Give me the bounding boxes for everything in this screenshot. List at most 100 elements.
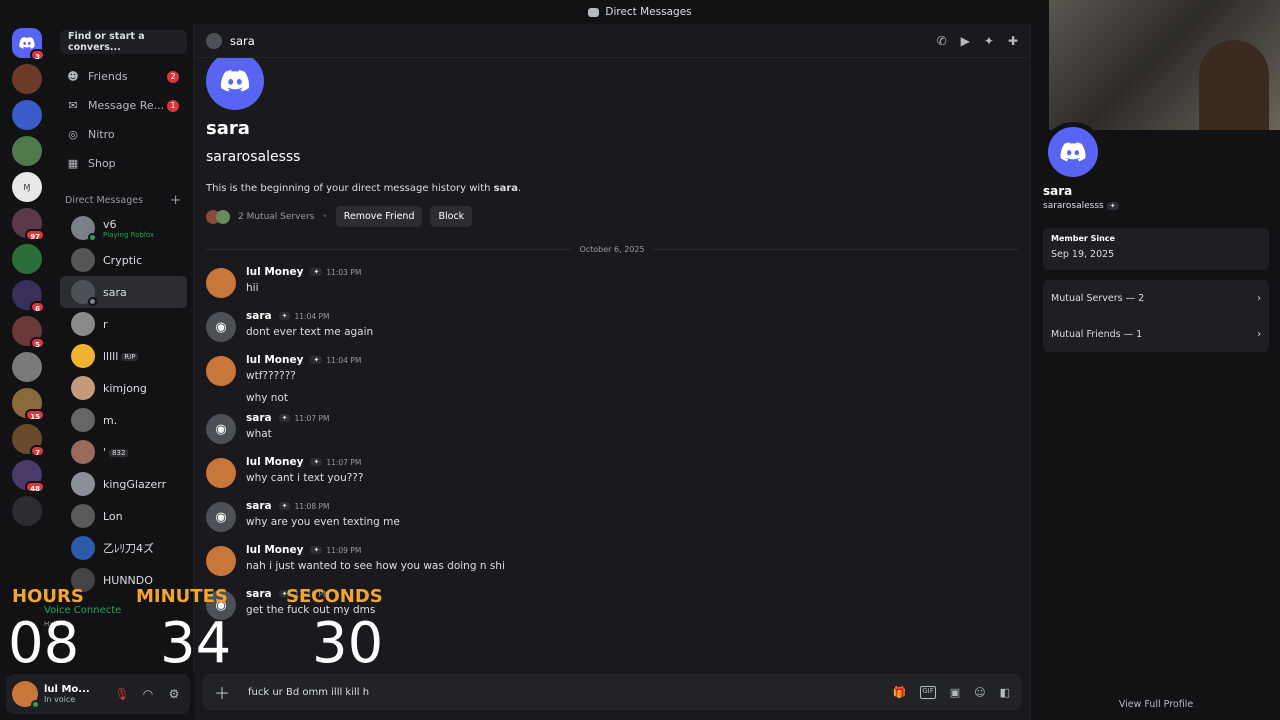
dm-item[interactable]: r — [60, 308, 187, 340]
message[interactable]: ◉ sara ✦ 11:10 PM get the fuck out my dms — [194, 584, 1030, 628]
message-author[interactable]: lul Money — [246, 266, 303, 278]
attach-plus-icon[interactable]: ＋ — [214, 680, 230, 704]
message[interactable]: ◉ sara ✦ 11:04 PM dont ever text me again — [194, 306, 1030, 350]
dm-item[interactable]: HUNNDO — [60, 564, 187, 596]
view-full-profile-link[interactable]: View Full Profile — [1031, 699, 1280, 710]
server-icon[interactable]: Ɱ — [12, 172, 42, 202]
message-author[interactable]: sara — [246, 310, 272, 322]
gift-icon[interactable]: 🎁 — [893, 686, 907, 699]
author-tag: ✦ — [310, 458, 323, 466]
message[interactable]: lul Money ✦ 11:09 PM nah i just wanted to s… — [194, 540, 1030, 584]
server-icon[interactable] — [12, 136, 42, 166]
user-avatar[interactable] — [12, 681, 40, 709]
dm-name-text: ' — [103, 445, 107, 459]
profile-tag: ✦ — [1106, 201, 1119, 210]
emoji-icon[interactable]: ☺ — [974, 686, 985, 699]
user-panel: lul Mo... In voice 🎙 ◠ ⚙ — [6, 674, 190, 714]
server-icon[interactable] — [12, 244, 42, 274]
sticker-icon[interactable]: ▣ — [950, 686, 960, 699]
apps-icon[interactable]: ◧ — [1000, 686, 1010, 699]
voice-connected-panel: Voice Connecte Hxllow — [14, 600, 190, 670]
mutual-servers-link[interactable]: 2 Mutual Servers — [238, 212, 314, 222]
friends-icon: ☻ — [67, 70, 79, 83]
message-author[interactable]: sara — [246, 500, 272, 512]
dm-item[interactable]: Lon — [60, 500, 187, 532]
headphones-icon[interactable]: ◠ — [138, 684, 158, 704]
dm-item[interactable]: m. — [60, 404, 187, 436]
dm-item[interactable]: ' 832 — [60, 436, 187, 468]
server-icon[interactable] — [12, 100, 42, 130]
mute-mic-icon[interactable]: 🎙 — [112, 684, 132, 704]
profile-avatar[interactable] — [1043, 122, 1103, 182]
message-composer[interactable]: ＋ fuck ur Bd omm illl kill h 🎁 GIF ▣ ☺ ◧ — [202, 674, 1022, 710]
message-avatar[interactable]: ◉ — [206, 414, 236, 444]
dm-item[interactable]: v6 Playing Roblox — [60, 212, 187, 244]
message-header: sara ✦ 11:08 PM — [246, 500, 400, 512]
server-icon[interactable] — [12, 352, 42, 382]
message-avatar[interactable]: ◉ — [206, 502, 236, 532]
message[interactable]: lul Money ✦ 11:04 PM wtf?????? why not — [194, 350, 1030, 408]
dm-item-selected[interactable]: sara — [60, 276, 187, 308]
header-avatar — [206, 32, 222, 49]
message-author[interactable]: lul Money — [246, 354, 303, 366]
server-icon[interactable]: 97 — [12, 208, 45, 241]
chat-header-name[interactable]: sara — [230, 34, 255, 48]
server-icon[interactable]: 5 — [12, 316, 45, 349]
call-icon[interactable]: ✆ — [937, 34, 947, 48]
message-author[interactable]: sara — [246, 588, 272, 600]
window-title: Direct Messages — [605, 6, 692, 18]
gif-icon[interactable]: GIF — [920, 685, 936, 699]
message-author[interactable]: lul Money — [246, 544, 303, 556]
message[interactable]: ◉ sara ✦ 11:08 PM why are you even texting m… — [194, 496, 1030, 540]
mutual-friends-row[interactable]: Mutual Friends — 1 › — [1043, 316, 1269, 352]
message-avatar[interactable] — [206, 458, 236, 488]
pin-icon[interactable]: ✦ — [984, 34, 994, 48]
mutual-servers-row[interactable]: Mutual Servers — 2 › — [1043, 280, 1269, 316]
server-icon[interactable]: 6 — [12, 280, 45, 313]
status-dot — [88, 297, 97, 306]
message-avatar[interactable] — [206, 546, 236, 576]
remove-friend-button[interactable]: Remove Friend — [335, 206, 423, 227]
nav-nitro[interactable]: ◎ Nitro — [54, 120, 193, 149]
message-input[interactable]: fuck ur Bd omm illl kill h — [248, 687, 874, 698]
add-friends-icon[interactable]: ✚ — [1008, 34, 1018, 48]
dm-item[interactable]: kingGlazerr — [60, 468, 187, 500]
message-text: hii — [246, 282, 259, 294]
message-author[interactable]: sara — [246, 412, 272, 424]
message-header: sara ✦ 11:04 PM — [246, 310, 373, 322]
dm-item[interactable]: lllll RIP — [60, 340, 187, 372]
dm-intro: sara sararosalesss This is the beginning… — [194, 58, 1030, 227]
dm-name: Cryptic — [103, 253, 143, 267]
dm-item[interactable]: 乙ﾚﾘ刀4ズ — [60, 532, 187, 564]
nav-friends[interactable]: ☻ Friends 2 — [54, 62, 193, 91]
message-avatar[interactable]: ◉ — [206, 312, 236, 342]
gear-icon[interactable]: ⚙ — [164, 684, 184, 704]
message-avatar[interactable] — [206, 268, 236, 298]
find-conversation-button[interactable]: Find or start a convers... — [60, 30, 187, 54]
message-author[interactable]: lul Money — [246, 456, 303, 468]
message-body: sara ✦ 11:10 PM get the fuck out my dms — [246, 588, 375, 624]
server-icon[interactable]: 15 — [12, 388, 45, 421]
add-dm-button[interactable]: + — [170, 193, 181, 208]
message-scroller[interactable]: sara sararosalesss This is the beginning… — [194, 58, 1030, 678]
nav-shop[interactable]: ▦ Shop — [54, 149, 193, 178]
server-icon[interactable]: 48 — [12, 460, 45, 493]
message[interactable]: lul Money ✦ 11:07 PM why cant i text you??? — [194, 452, 1030, 496]
home-discord-icon[interactable]: 3 — [12, 28, 45, 61]
guild-badge: 6 — [30, 301, 45, 313]
message-avatar[interactable]: ◉ — [206, 590, 236, 620]
message-list: lul Money ✦ 11:03 PM hii ◉ sara ✦ 11:04 PM dont … — [194, 262, 1030, 628]
message-avatar[interactable] — [206, 356, 236, 386]
message[interactable]: ◉ sara ✦ 11:07 PM what — [194, 408, 1030, 452]
message[interactable]: lul Money ✦ 11:03 PM hii — [194, 262, 1030, 306]
nav-message-requests[interactable]: ✉ Message Re... 1 — [54, 91, 193, 120]
video-icon[interactable]: ▶ — [961, 34, 970, 48]
dm-item[interactable]: Cryptic — [60, 244, 187, 276]
server-icon[interactable] — [12, 64, 42, 94]
server-icon[interactable]: 7 — [12, 424, 45, 457]
message-timestamp: 11:03 PM — [326, 267, 362, 277]
server-icon[interactable] — [12, 496, 42, 526]
message-timestamp: 11:08 PM — [294, 501, 330, 511]
dm-item[interactable]: kimjong — [60, 372, 187, 404]
block-button[interactable]: Block — [430, 206, 473, 227]
